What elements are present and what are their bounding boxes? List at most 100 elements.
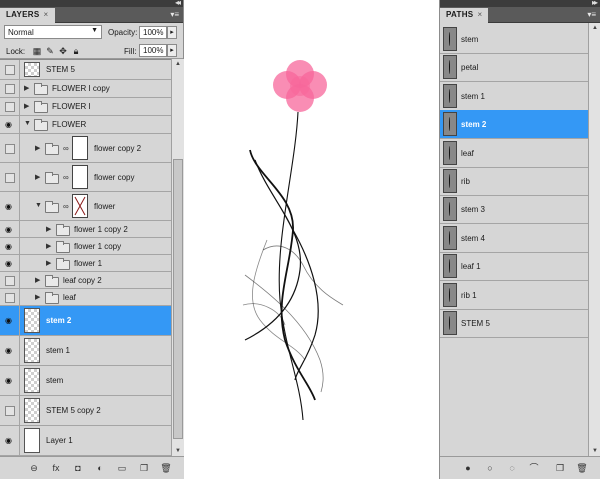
layer-row[interactable]: ▶ FLOWER I copy: [0, 80, 171, 98]
path-name[interactable]: leaf 1: [461, 262, 481, 271]
tab-close-icon[interactable]: ×: [44, 10, 49, 19]
caret-right-icon[interactable]: ▶: [35, 173, 40, 181]
fx-icon[interactable]: fx: [50, 462, 62, 474]
visibility-toggle[interactable]: ◉: [0, 366, 20, 395]
eye-icon[interactable]: ◉: [5, 243, 16, 251]
scroll-thumb[interactable]: [173, 159, 183, 439]
path-row[interactable]: stem 4: [440, 224, 588, 253]
layer-name[interactable]: flower copy 2: [94, 144, 141, 153]
panel-menu-icon[interactable]: ▾≡: [170, 10, 179, 19]
visibility-box[interactable]: [5, 65, 15, 75]
path-row[interactable]: stem 3: [440, 195, 588, 225]
eye-icon[interactable]: ◉: [5, 347, 16, 355]
layer-name[interactable]: flower copy: [94, 173, 134, 182]
collapse-icon[interactable]: ◂◂: [175, 0, 181, 7]
visibility-box[interactable]: [5, 293, 15, 303]
layer-row[interactable]: ◉ ▼ ∞ flower: [0, 192, 171, 221]
fill-path-icon[interactable]: ●: [462, 462, 474, 474]
layer-name[interactable]: flower: [94, 202, 115, 211]
layer-name[interactable]: FLOWER: [52, 120, 86, 129]
eye-icon[interactable]: ◉: [5, 203, 16, 211]
path-row[interactable]: STEM 5: [440, 309, 588, 338]
mask-thumbnail[interactable]: [72, 165, 88, 189]
layer-row[interactable]: ◉ ▶ flower 1: [0, 255, 171, 272]
new-layer-icon[interactable]: ❐: [138, 462, 150, 474]
visibility-toggle[interactable]: [0, 396, 20, 425]
visibility-box[interactable]: [5, 84, 15, 94]
mask-thumbnail[interactable]: [72, 194, 88, 218]
layer-row[interactable]: STEM 5: [0, 60, 171, 80]
layers-scrollbar[interactable]: ▲ ▼: [171, 59, 184, 456]
caret-down-icon[interactable]: ▼: [35, 202, 42, 209]
new-group-icon[interactable]: ▭: [116, 462, 128, 474]
path-row[interactable]: petal: [440, 53, 588, 83]
caret-right-icon[interactable]: ▶: [46, 259, 51, 267]
visibility-box[interactable]: [5, 406, 15, 416]
path-thumbnail[interactable]: [443, 140, 457, 165]
layer-row[interactable]: STEM 5 copy 2: [0, 396, 171, 426]
caret-right-icon[interactable]: ▶: [24, 84, 29, 92]
opacity-stepper[interactable]: ▸: [167, 26, 177, 39]
path-thumbnail[interactable]: [443, 254, 457, 279]
path-row[interactable]: leaf: [440, 139, 588, 168]
visibility-toggle[interactable]: [0, 272, 20, 288]
path-thumbnail[interactable]: [443, 225, 457, 250]
layer-name[interactable]: flower 1 copy 2: [74, 225, 128, 234]
blend-mode-select[interactable]: Normal ▼: [4, 25, 102, 39]
layer-thumbnail[interactable]: [24, 428, 40, 453]
visibility-toggle[interactable]: [0, 60, 20, 79]
layer-thumbnail[interactable]: [24, 62, 40, 77]
layer-name[interactable]: STEM 5 copy 2: [46, 406, 101, 415]
visibility-toggle[interactable]: ◉: [0, 426, 20, 455]
layer-name[interactable]: stem 2: [46, 316, 71, 325]
path-thumbnail[interactable]: [443, 55, 457, 80]
add-mask-icon[interactable]: ◘: [72, 462, 84, 474]
fill-stepper[interactable]: ▸: [167, 44, 177, 57]
visibility-box[interactable]: [5, 144, 15, 154]
caret-right-icon[interactable]: ▶: [46, 242, 51, 250]
caret-right-icon[interactable]: ▶: [24, 102, 29, 110]
layer-row[interactable]: ◉ ▶ flower 1 copy: [0, 238, 171, 255]
make-work-path-icon[interactable]: ⌒: [528, 462, 540, 474]
trash-icon[interactable]: 🗑︎: [160, 462, 172, 474]
eye-icon[interactable]: ◉: [5, 377, 16, 385]
path-name[interactable]: rib: [461, 177, 470, 186]
eye-icon[interactable]: ◉: [5, 437, 16, 445]
path-name[interactable]: stem 3: [461, 205, 485, 214]
visibility-box[interactable]: [5, 102, 15, 112]
visibility-toggle[interactable]: ◉: [0, 255, 20, 271]
document-canvas[interactable]: [185, 0, 439, 479]
eye-icon[interactable]: ◉: [5, 317, 16, 325]
scroll-up-icon[interactable]: ▲: [172, 59, 184, 69]
layer-name[interactable]: FLOWER I copy: [52, 84, 110, 93]
layer-name[interactable]: Layer 1: [46, 436, 73, 445]
path-name[interactable]: stem 2: [461, 120, 486, 129]
layer-row[interactable]: ◉ stem 1: [0, 336, 171, 366]
collapse-strip[interactable]: ◂◂: [0, 0, 183, 7]
layer-row[interactable]: ▶ ∞ flower copy 2: [0, 134, 171, 163]
tab-paths[interactable]: PATHS ×: [440, 8, 489, 23]
path-name[interactable]: leaf: [461, 149, 474, 158]
visibility-toggle[interactable]: ◉: [0, 306, 20, 335]
visibility-toggle[interactable]: [0, 134, 20, 162]
path-thumbnail[interactable]: [443, 27, 457, 51]
caret-right-icon[interactable]: ▶: [35, 293, 40, 301]
path-thumbnail[interactable]: [443, 83, 457, 108]
layer-thumbnail[interactable]: [24, 308, 40, 333]
eye-icon[interactable]: ◉: [5, 226, 16, 234]
visibility-toggle[interactable]: ◉: [0, 238, 20, 254]
lock-all-icon[interactable]: 🔒︎: [71, 46, 81, 56]
path-name[interactable]: stem: [461, 35, 478, 44]
tab-close-icon[interactable]: ×: [477, 10, 482, 19]
link-layers-icon[interactable]: ⊖: [28, 462, 40, 474]
lock-position-icon[interactable]: ✥: [58, 46, 68, 56]
visibility-toggle[interactable]: [0, 163, 20, 191]
layer-row[interactable]: ◉ ▼ FLOWER: [0, 116, 171, 134]
layer-thumbnail[interactable]: [24, 398, 40, 423]
layer-name[interactable]: leaf copy 2: [63, 276, 102, 285]
layer-row[interactable]: ◉ ▶ flower 1 copy 2: [0, 221, 171, 238]
eye-icon[interactable]: ◉: [5, 260, 16, 268]
path-row[interactable]: rib: [440, 167, 588, 196]
collapse-icon[interactable]: ▸▸: [592, 0, 598, 7]
tab-layers[interactable]: LAYERS ×: [0, 8, 55, 23]
